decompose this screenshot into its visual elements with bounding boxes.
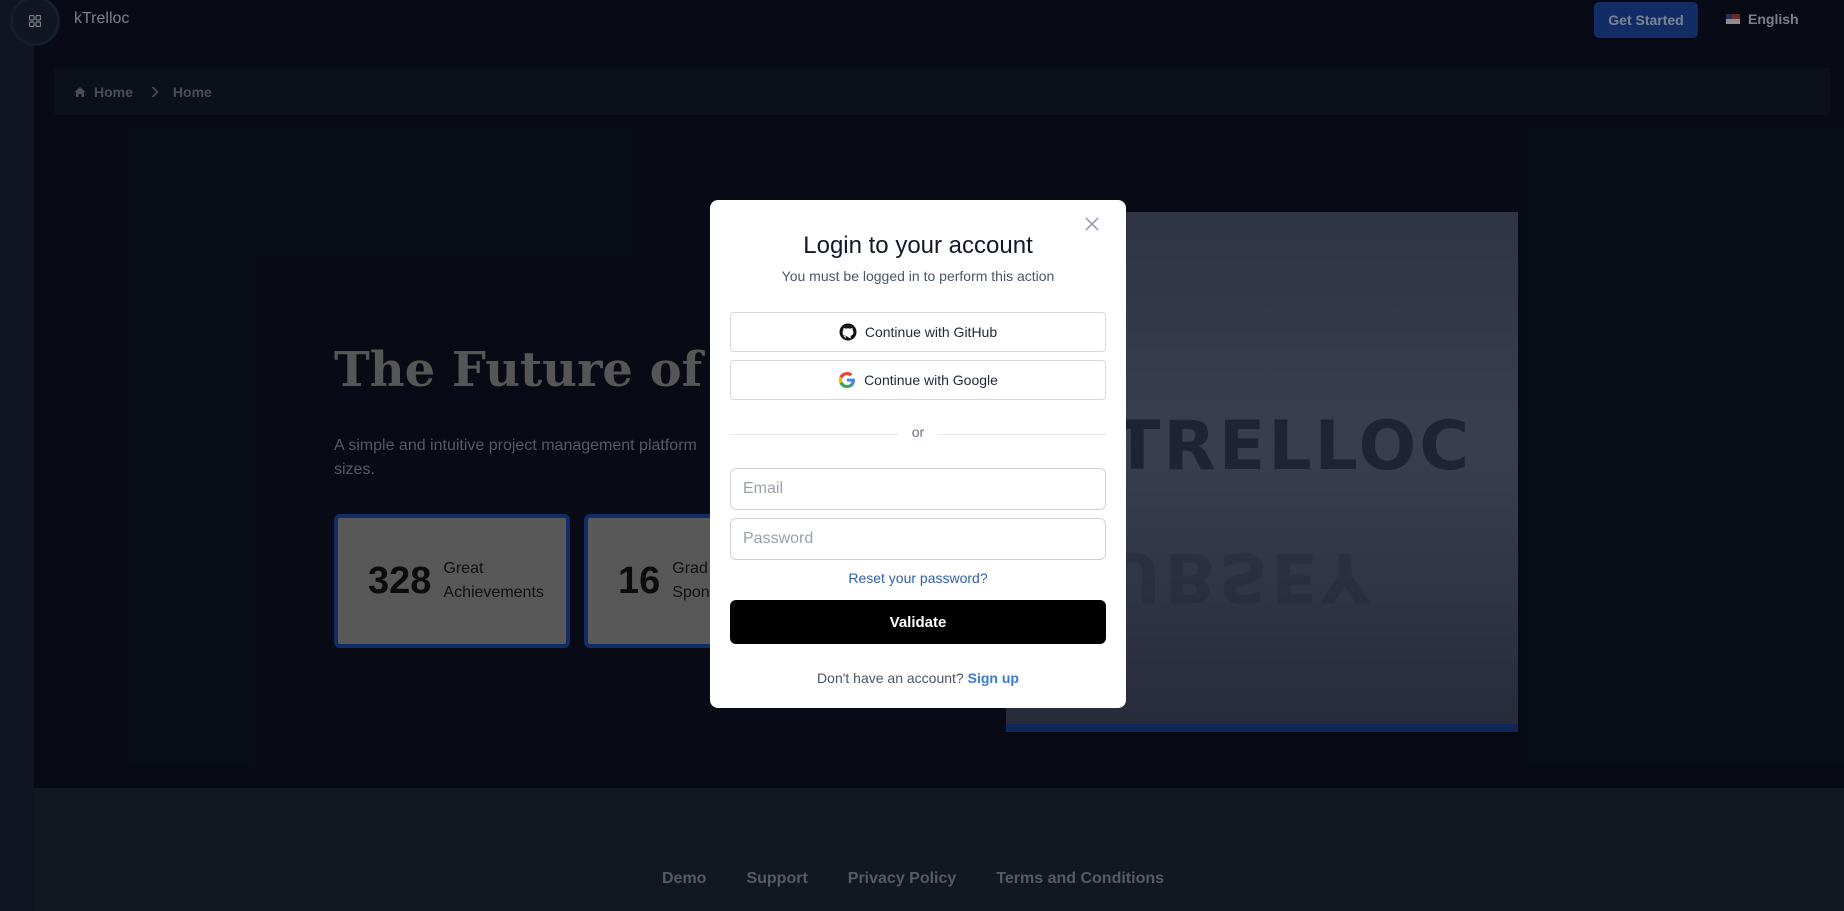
github-icon [839, 323, 857, 341]
signup-row: Don't have an account? Sign up [710, 670, 1126, 686]
modal-title: Login to your account [803, 232, 1033, 259]
github-login-button[interactable]: Continue with GitHub [730, 312, 1106, 352]
password-field[interactable] [730, 518, 1106, 560]
divider-or-text: or [898, 424, 938, 440]
close-icon[interactable] [1084, 216, 1100, 232]
signup-link[interactable]: Sign up [968, 670, 1019, 686]
signup-prompt: Don't have an account? [817, 670, 964, 686]
github-login-label: Continue with GitHub [864, 324, 998, 340]
modal-subtitle: You must be logged in to perform this ac… [781, 268, 1055, 284]
google-login-label: Continue with Google [864, 372, 998, 388]
google-login-button[interactable]: Continue with Google [730, 360, 1106, 400]
reset-password-link[interactable]: Reset your password? [710, 570, 1126, 586]
login-modal: Login to your account You must be logged… [710, 200, 1126, 708]
google-icon [838, 372, 856, 388]
validate-button[interactable]: Validate [730, 600, 1106, 644]
email-field[interactable] [730, 468, 1106, 510]
